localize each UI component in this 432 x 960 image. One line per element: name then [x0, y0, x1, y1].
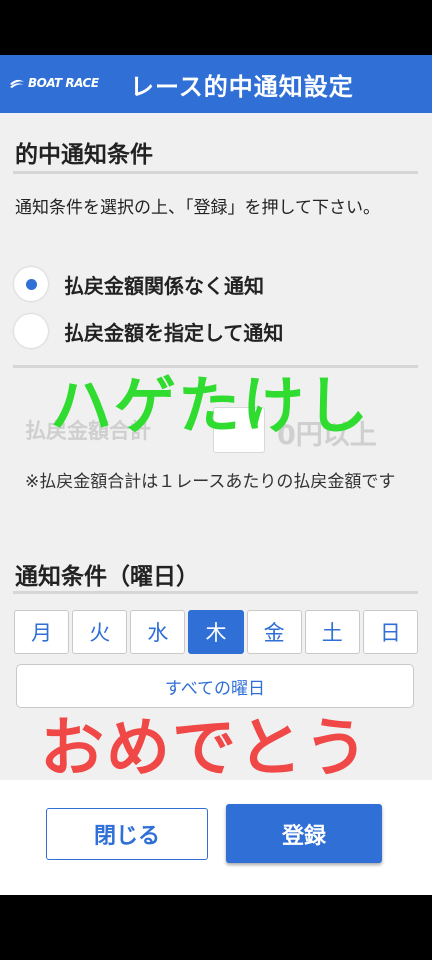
day-button-wed[interactable]: 水: [130, 610, 186, 654]
day-button-thu[interactable]: 木: [188, 610, 244, 654]
radio-button-selected[interactable]: [14, 267, 48, 301]
radio-button-unselected[interactable]: [14, 314, 48, 348]
footer-bar: 閉じる 登録: [0, 780, 432, 895]
day-button-sat[interactable]: 土: [304, 610, 360, 654]
app-screen: BOAT RACE レース的中通知設定 的中通知条件 通知条件を選択の上、「登録…: [0, 55, 432, 895]
section-title-conditions: 的中通知条件: [15, 142, 153, 168]
radio-option-specify-amount[interactable]: 払戻金額を指定して通知: [14, 312, 283, 350]
instruction-text: 通知条件を選択の上、「登録」を押して下さい。: [15, 198, 380, 218]
app-header: BOAT RACE レース的中通知設定: [0, 55, 432, 113]
register-button[interactable]: 登録: [226, 804, 382, 863]
day-button-fri[interactable]: 金: [246, 610, 302, 654]
radio-label: 払戻金額を指定して通知: [64, 320, 284, 345]
radio-option-any-amount[interactable]: 払戻金額関係なく通知: [14, 265, 264, 303]
logo-text: BOAT RACE: [28, 76, 99, 90]
day-button-tue[interactable]: 火: [72, 610, 128, 654]
section-title-weekday: 通知条件（曜日）: [15, 564, 199, 590]
boat-logo-icon: [10, 79, 24, 88]
boat-race-logo: BOAT RACE: [9, 73, 99, 93]
overlay-text-red: おめでとう: [40, 712, 370, 786]
section-divider: [13, 591, 418, 594]
weekday-selector: 月 火 水 木 金 土 日: [14, 610, 418, 654]
section-divider: [13, 171, 418, 174]
day-button-mon[interactable]: 月: [14, 610, 70, 654]
page-title: レース的中通知設定: [130, 73, 354, 101]
overlay-text-green: ハゲたけし: [50, 369, 371, 442]
radio-label: 払戻金額関係なく通知: [64, 273, 264, 298]
day-button-sun[interactable]: 日: [362, 610, 418, 654]
close-button[interactable]: 閉じる: [46, 808, 208, 860]
amount-note: ※払戻金額合計は１レースあたりの払戻金額です: [25, 472, 396, 492]
